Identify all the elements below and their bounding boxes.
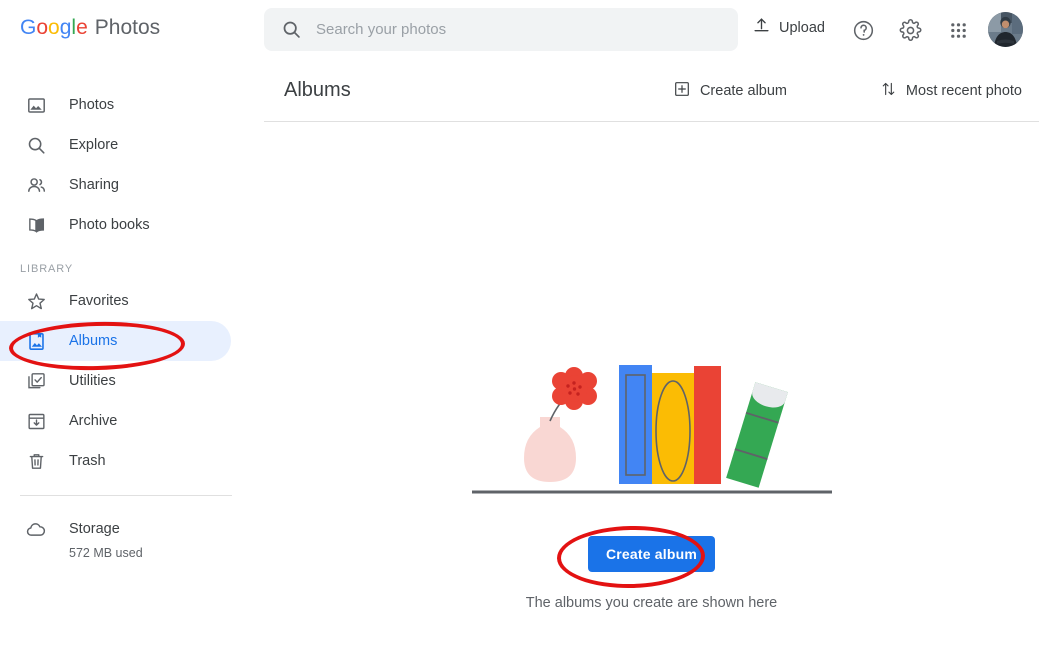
- people-icon: [24, 173, 48, 197]
- sidebar-divider: [20, 495, 232, 496]
- sidebar-label-explore: Explore: [69, 137, 119, 153]
- search-icon: [281, 19, 302, 40]
- google-photos-logo[interactable]: Google Photos: [20, 16, 160, 40]
- storage-used: 572 MB used: [69, 546, 143, 560]
- gear-icon[interactable]: [894, 14, 926, 46]
- sidebar-item-photo-books[interactable]: Photo books: [0, 205, 231, 245]
- bookshelf-with-vase-illustration: [471, 365, 832, 494]
- google-wordmark: Google: [20, 16, 88, 40]
- empty-state: Create album The albums you create are s…: [264, 355, 1039, 611]
- help-circle-icon[interactable]: [847, 14, 879, 46]
- empty-state-caption: The albums you create are shown here: [525, 595, 778, 611]
- book-blue: [618, 365, 652, 484]
- photo-icon: [24, 93, 48, 117]
- sort-label: Most recent photo: [905, 82, 1022, 99]
- sidebar-item-utilities[interactable]: Utilities: [0, 361, 231, 401]
- sidebar-item-albums[interactable]: Albums: [0, 321, 231, 361]
- sidebar-label-photos: Photos: [69, 97, 115, 113]
- sidebar-label-photo-books: Photo books: [69, 217, 150, 233]
- create-album-toolbar-label: Create album: [699, 82, 787, 99]
- sidebar-item-favorites[interactable]: Favorites: [0, 281, 231, 321]
- sidebar-item-photos[interactable]: Photos: [0, 85, 231, 125]
- create-album-button[interactable]: Create album: [587, 536, 716, 572]
- plus-box-icon: [673, 80, 691, 102]
- vase-shape: [523, 417, 576, 482]
- product-name: Photos: [94, 16, 161, 39]
- sidebar-label-favorites: Favorites: [69, 293, 129, 309]
- sidebar-item-explore[interactable]: Explore: [0, 125, 231, 165]
- page-title: Albums: [284, 79, 351, 101]
- sort-button[interactable]: Most recent photo: [880, 80, 1022, 102]
- upload-label: Upload: [779, 19, 825, 36]
- sidebar-label-utilities: Utilities: [69, 373, 116, 389]
- sidebar-item-trash[interactable]: Trash: [0, 441, 231, 481]
- sidebar-item-storage[interactable]: Storage 572 MB used: [0, 518, 264, 560]
- logo-letter-o2: o: [48, 16, 60, 39]
- app-header: Google Photos Upload: [0, 0, 1039, 60]
- search-input[interactable]: [316, 21, 738, 38]
- avatar[interactable]: [988, 12, 1023, 47]
- upload-button[interactable]: Upload: [752, 16, 825, 39]
- sidebar: Photos Explore Sharing Photo books LIBRA…: [0, 60, 264, 653]
- utilities-icon: [24, 369, 48, 393]
- sidebar-label-albums: Albums: [69, 333, 118, 349]
- book-yellow: [651, 373, 694, 484]
- albums-icon: [24, 329, 48, 353]
- sidebar-item-archive[interactable]: Archive: [0, 401, 231, 441]
- star-icon: [24, 289, 48, 313]
- logo-letter-e: e: [76, 16, 88, 39]
- upload-icon: [752, 16, 771, 39]
- apps-grid-icon[interactable]: [942, 14, 974, 46]
- logo-letter-o1: o: [36, 16, 49, 39]
- create-album-toolbar-button[interactable]: Create album: [673, 80, 787, 102]
- storage-label: Storage: [69, 521, 120, 537]
- trash-icon: [24, 449, 48, 473]
- sidebar-label-sharing: Sharing: [69, 177, 119, 193]
- logo-letter-G: G: [20, 16, 37, 39]
- search-icon: [24, 133, 48, 157]
- search-bar[interactable]: [264, 8, 738, 51]
- main-content: Albums Create album Most recent photo Cr…: [264, 60, 1039, 653]
- sidebar-item-sharing[interactable]: Sharing: [0, 165, 231, 205]
- sidebar-section-library: LIBRARY: [20, 263, 74, 275]
- cloud-icon: [24, 518, 48, 542]
- sidebar-label-trash: Trash: [69, 453, 106, 469]
- archive-icon: [24, 409, 48, 433]
- sidebar-label-archive: Archive: [69, 413, 118, 429]
- logo-letter-g: g: [59, 16, 72, 39]
- book-red: [693, 366, 721, 484]
- main-header: Albums Create album Most recent photo: [264, 60, 1039, 122]
- book-green: [725, 382, 788, 488]
- book-icon: [24, 213, 48, 237]
- sort-arrows-icon: [880, 80, 897, 102]
